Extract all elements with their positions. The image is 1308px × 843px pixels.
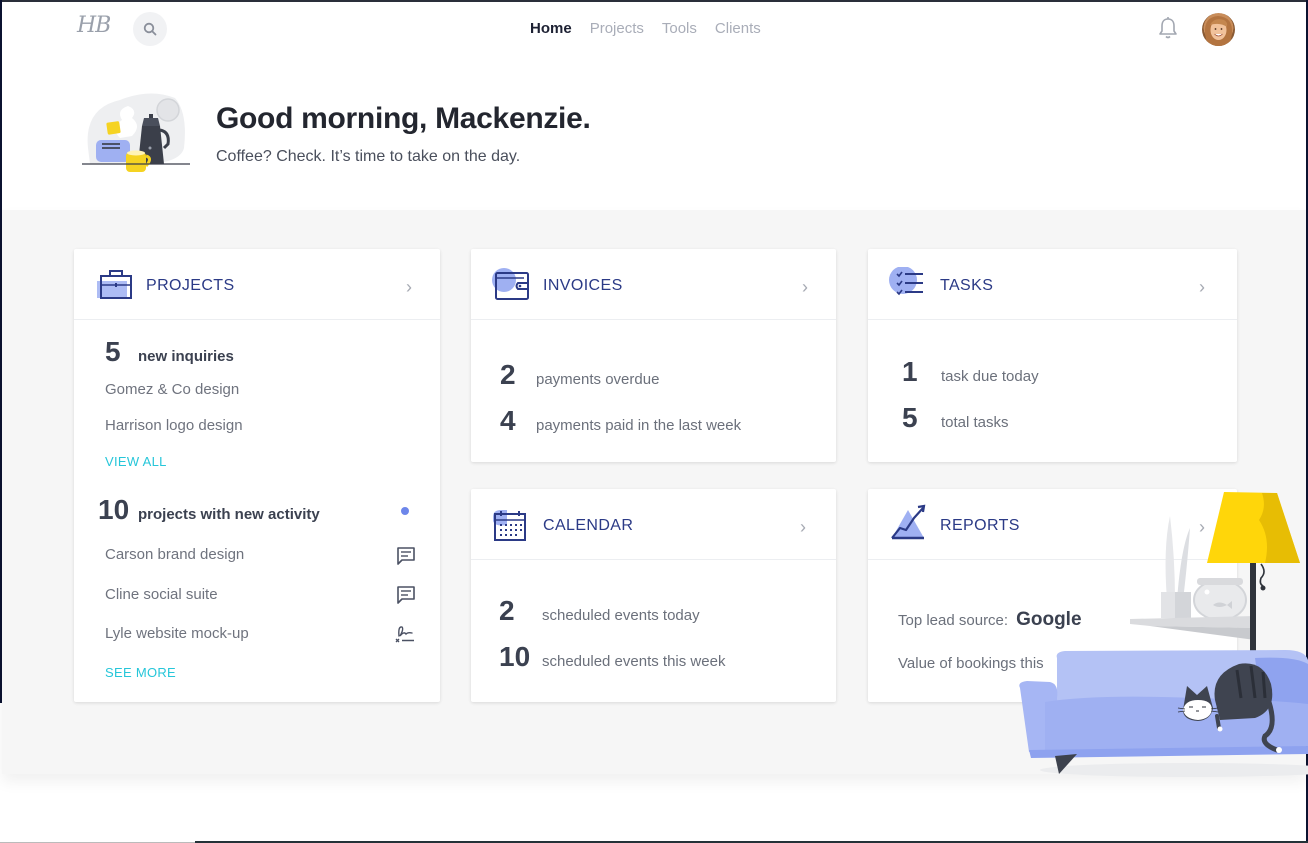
- new-activity-stat: 10 projects with new activity: [98, 494, 320, 526]
- top-lead-source: Top lead source: Google: [898, 609, 1082, 631]
- chevron-right-icon[interactable]: ›: [1199, 277, 1205, 298]
- chart-trend-icon: [891, 504, 926, 540]
- greeting-title: Good morning, Mackenzie.: [216, 102, 591, 135]
- new-activity-count: 10: [98, 494, 130, 525]
- stat-number: 10: [499, 641, 531, 672]
- invoices-card-title: INVOICES: [543, 277, 623, 294]
- task-stat[interactable]: 5 total tasks: [902, 402, 1009, 434]
- top-lead-value: Google: [1016, 609, 1082, 630]
- calendar-icon: [493, 510, 526, 541]
- reports-card-header[interactable]: REPORTS ›: [868, 489, 1237, 560]
- invoice-stat[interactable]: 4 payments paid in the last week: [500, 405, 741, 437]
- nav-home[interactable]: Home: [530, 20, 572, 37]
- activity-item[interactable]: Carson brand design: [105, 546, 244, 563]
- calendar-card-header[interactable]: CALENDAR ›: [471, 489, 836, 560]
- stat-number: 4: [500, 405, 516, 436]
- message-icon[interactable]: [396, 585, 416, 605]
- stat-label: payments overdue: [536, 371, 660, 388]
- projects-card-title: PROJECTS: [146, 277, 235, 294]
- top-lead-label: Top lead source:: [898, 612, 1009, 629]
- tasks-card-title: TASKS: [940, 277, 994, 294]
- new-inquiries-label: new inquiries: [138, 348, 234, 365]
- stat-label: scheduled events today: [542, 607, 700, 624]
- brand-logo[interactable]: HB: [77, 13, 111, 38]
- reports-card-title: REPORTS: [940, 517, 1020, 534]
- wallet-icon: [492, 268, 529, 300]
- chevron-right-icon[interactable]: ›: [1199, 517, 1205, 538]
- tasks-card-header[interactable]: TASKS ›: [868, 249, 1237, 320]
- new-inquiries-stat: 5 new inquiries: [105, 336, 234, 368]
- chevron-right-icon[interactable]: ›: [800, 517, 806, 538]
- projects-card: PROJECTS › 5 new inquiries Gomez & Co de…: [74, 249, 440, 702]
- unread-dot: [401, 507, 409, 515]
- briefcase-icon: [97, 270, 132, 299]
- nav-clients[interactable]: Clients: [715, 20, 761, 37]
- checklist-icon: [889, 267, 923, 296]
- calendar-card: CALENDAR › 2 scheduled events today 10 s…: [471, 489, 836, 702]
- greeting-subtitle: Coffee? Check. It’s time to take on the …: [216, 148, 521, 165]
- bell-icon: [1159, 17, 1177, 39]
- tasks-card: TASKS › 1 task due today 5 total tasks: [868, 249, 1237, 462]
- message-icon[interactable]: [396, 546, 416, 566]
- avatar-photo: [1204, 16, 1233, 46]
- stat-number: 5: [902, 402, 918, 433]
- stat-number: 1: [902, 356, 918, 387]
- stat-number: 2: [499, 595, 515, 626]
- activity-item[interactable]: Lyle website mock-up: [105, 625, 249, 642]
- top-nav: HB Home Projects Tools Clients: [2, 2, 1306, 58]
- main-nav: Home Projects Tools Clients: [530, 20, 761, 37]
- stat-label: total tasks: [941, 414, 1009, 431]
- bookings-value-label: Value of bookings this: [898, 655, 1044, 672]
- stat-number: 2: [500, 359, 516, 390]
- stat-label: payments paid in the last week: [536, 417, 742, 434]
- search-icon: [143, 22, 157, 36]
- new-activity-label: projects with new activity: [138, 506, 320, 523]
- projects-card-header[interactable]: PROJECTS ›: [74, 249, 440, 320]
- invoice-stat[interactable]: 2 payments overdue: [500, 359, 659, 391]
- signature-icon[interactable]: [394, 623, 416, 645]
- inquiry-item[interactable]: Gomez & Co design: [105, 381, 239, 398]
- view-all-link[interactable]: VIEW ALL: [105, 454, 167, 469]
- calendar-card-title: CALENDAR: [543, 517, 634, 534]
- nav-projects[interactable]: Projects: [590, 20, 644, 37]
- notifications-button[interactable]: [1157, 16, 1179, 45]
- inquiry-item[interactable]: Harrison logo design: [105, 417, 243, 434]
- invoices-card-header[interactable]: INVOICES ›: [471, 249, 836, 320]
- task-stat[interactable]: 1 task due today: [902, 356, 1039, 388]
- calendar-stat[interactable]: 10 scheduled events this week: [499, 641, 725, 673]
- see-more-link[interactable]: SEE MORE: [105, 665, 176, 680]
- user-avatar[interactable]: [1202, 13, 1235, 46]
- stat-label: scheduled events this week: [542, 653, 726, 670]
- calendar-stat[interactable]: 2 scheduled events today: [499, 595, 700, 627]
- nav-tools[interactable]: Tools: [662, 20, 697, 37]
- invoices-card: INVOICES › 2 payments overdue 4 payments…: [471, 249, 836, 462]
- chevron-right-icon[interactable]: ›: [802, 277, 808, 298]
- activity-item[interactable]: Cline social suite: [105, 586, 218, 603]
- stat-label: task due today: [941, 368, 1039, 385]
- search-button[interactable]: [133, 12, 167, 46]
- coffee-illustration: [80, 88, 192, 180]
- new-inquiries-count: 5: [105, 336, 121, 367]
- chevron-right-icon[interactable]: ›: [406, 277, 412, 298]
- reports-card: REPORTS › Top lead source: Google Value …: [868, 489, 1237, 702]
